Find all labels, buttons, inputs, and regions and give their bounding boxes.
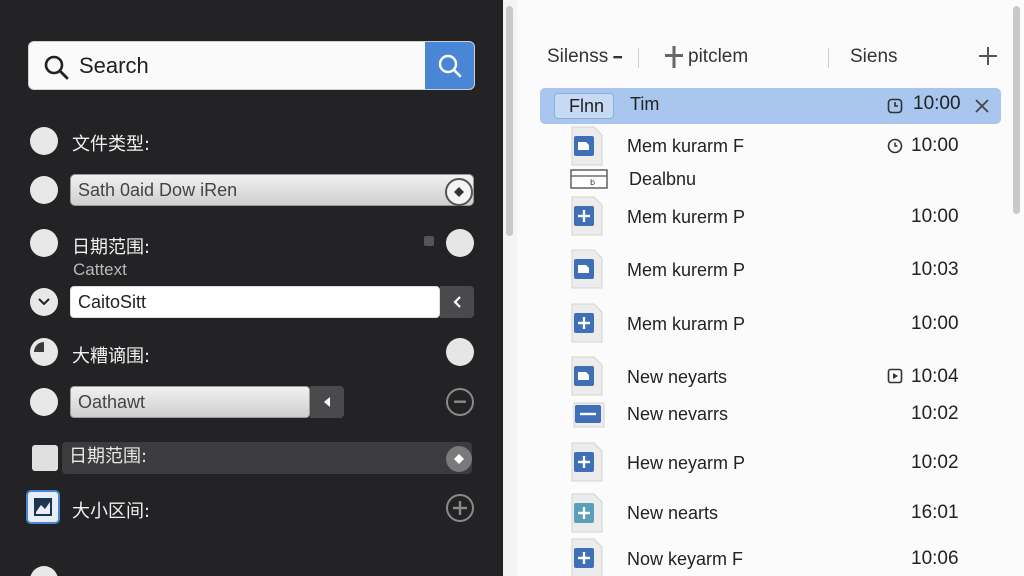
image-icon: [34, 498, 52, 516]
small-square-icon: [424, 236, 434, 246]
file-time: 10:00: [911, 313, 959, 334]
path-field-value: Oathawt: [78, 392, 146, 412]
option-radio-3[interactable]: [30, 566, 58, 576]
selected-row-time: 10:00: [913, 93, 961, 114]
minus-doc-icon: [573, 402, 605, 428]
date-range-row-label: 日期范围:: [69, 446, 148, 467]
chevron-left-icon: [453, 296, 461, 308]
date-range-label: 日期范围:: [72, 237, 151, 258]
header-col-3[interactable]: Siens: [850, 46, 898, 68]
close-icon[interactable]: [974, 98, 990, 114]
date-range-sub: Cattext: [73, 260, 127, 279]
diamond-icon: [454, 454, 464, 464]
file-name: New nevarrs: [627, 404, 729, 424]
half-pie-icon: [34, 342, 44, 352]
file-time: 10:02: [911, 452, 959, 473]
plus-doc-icon: [571, 442, 603, 482]
header-col-2[interactable]: pitclem: [688, 46, 748, 68]
size-range-toggle[interactable]: [446, 338, 474, 366]
remove-button[interactable]: [446, 388, 474, 416]
sort-icon: [665, 46, 683, 68]
file-name: Mem kurarm P: [627, 314, 746, 334]
clock-icon: [887, 368, 903, 384]
location-dropdown-button[interactable]: [445, 178, 473, 206]
option-radio-1[interactable]: [30, 176, 58, 204]
path-back-button[interactable]: [310, 386, 344, 418]
category-field[interactable]: CaitoSitt: [70, 286, 440, 318]
plus-icon: [453, 501, 467, 515]
file-name: Hew neyarm P: [627, 453, 746, 473]
clock-icon: [887, 138, 903, 154]
doc-icon: [571, 356, 603, 396]
right-scrollbar[interactable]: [1013, 6, 1020, 214]
file-time: 10:00: [911, 135, 959, 156]
plus-doc-icon: [571, 196, 603, 236]
svg-text:b: b: [590, 178, 595, 187]
file-name: New nearts: [627, 503, 719, 523]
date-range-toggle[interactable]: [446, 229, 474, 257]
add-icon[interactable]: [978, 46, 998, 66]
diamond-icon: [454, 187, 464, 197]
size-range-radio[interactable]: [30, 338, 58, 366]
triangle-left-icon: [324, 397, 330, 407]
doc-icon: [571, 249, 603, 289]
file-type-radio[interactable]: [30, 127, 58, 155]
search-bar: [28, 41, 475, 90]
filter-panel: 文件类型: Sath 0aid Dow iRen 日期范围: Cattext C…: [0, 0, 503, 576]
expand-toggle[interactable]: [30, 288, 58, 316]
file-time: 10:04: [911, 366, 959, 387]
file-type-label: 文件类型:: [72, 134, 151, 155]
selected-row-name: Tim: [630, 94, 660, 114]
location-field-value: Sath 0aid Dow iRen: [78, 180, 238, 200]
file-name: Dealbnu: [629, 169, 697, 189]
search-button[interactable]: [425, 42, 474, 89]
file-time: 10:06: [911, 548, 959, 569]
search-icon: [438, 54, 461, 77]
file-time: 10:00: [911, 206, 959, 227]
size-range-label: 大糟谪围:: [72, 346, 151, 367]
path-field[interactable]: Oathawt: [70, 386, 310, 418]
file-name: Mem kurarm F: [627, 136, 744, 156]
header-separator: [828, 48, 829, 68]
file-time: 10:02: [911, 403, 959, 424]
selected-row-tag: Flnn: [554, 93, 614, 119]
plus-doc-icon: [571, 303, 603, 343]
search-input[interactable]: [79, 48, 439, 84]
date-range-dropdown[interactable]: [446, 446, 472, 472]
search-icon: [44, 55, 69, 80]
plus-doc-icon: [571, 538, 603, 576]
header-separator: [638, 48, 639, 68]
category-field-value: CaitoSitt: [78, 292, 147, 312]
minus-icon: [454, 400, 466, 403]
add-button[interactable]: [446, 494, 474, 522]
chevron-down-icon: [38, 298, 50, 306]
option-radio-2[interactable]: [30, 388, 58, 416]
row-icon: b: [570, 169, 608, 189]
size-interval-label: 大小区间:: [72, 501, 151, 522]
category-back-button[interactable]: [440, 286, 474, 318]
file-name: New neyarts: [627, 367, 728, 387]
file-time: 16:01: [911, 502, 959, 523]
file-name: Now keyarm F: [627, 549, 744, 569]
size-interval-button[interactable]: [26, 490, 60, 524]
file-name: Mem kurerm P: [627, 207, 746, 227]
teal-doc-icon: [571, 493, 603, 533]
date-range-radio[interactable]: [30, 229, 58, 257]
selected-row[interactable]: Flnn Tim 10:00: [540, 88, 1001, 124]
doc-icon: [571, 126, 603, 166]
date-range-row[interactable]: 日期范围:: [62, 442, 472, 474]
clock-icon: [887, 98, 903, 114]
date-range-checkbox[interactable]: [32, 445, 58, 471]
file-name: Mem kurerm P: [627, 260, 746, 280]
left-scrollbar[interactable]: [506, 6, 513, 236]
header-col-1[interactable]: Silenss ━: [547, 46, 622, 68]
location-field[interactable]: Sath 0aid Dow iRen: [70, 174, 474, 206]
results-panel: Silenss ━ pitclem Siens Flnn Tim 10:00 M…: [517, 0, 1024, 576]
file-time: 10:03: [911, 259, 959, 280]
